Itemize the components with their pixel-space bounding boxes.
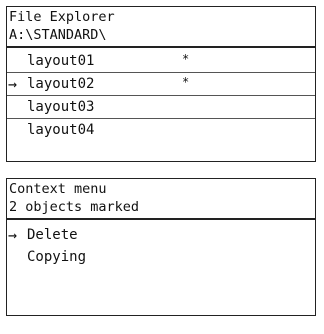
menu-item-copying[interactable]: Copying [7,246,315,268]
file-item-layout02[interactable]: → layout02 * [7,73,315,96]
selection-arrow-icon: → [8,75,18,93]
context-menu-panel: Context menu 2 objects marked → Delete C… [6,178,316,316]
context-menu-header: Context menu 2 objects marked [7,179,315,220]
marked-star-icon: * [182,52,190,66]
file-name: layout02 [27,76,95,92]
file-item-layout04[interactable]: layout04 [7,119,315,141]
file-explorer-panel: File Explorer A:\STANDARD\ layout01 * → … [6,6,316,162]
menu-item-label: Copying [27,249,87,265]
file-list: layout01 * → layout02 * layout03 layout0… [7,48,315,141]
file-name: layout01 [27,53,95,69]
file-explorer-header: File Explorer A:\STANDARD\ [7,7,315,48]
marked-star-icon: * [182,75,190,89]
current-path: A:\STANDARD\ [9,27,107,43]
file-item-layout03[interactable]: layout03 [7,96,315,119]
selection-arrow-icon: → [8,226,18,244]
context-menu-title: Context menu [9,181,107,197]
menu-item-delete[interactable]: → Delete [7,224,315,246]
context-menu-list: → Delete Copying [7,220,315,268]
file-name: layout03 [27,99,95,115]
file-item-layout01[interactable]: layout01 * [7,50,315,73]
file-name: layout04 [27,122,95,138]
marked-count-status: 2 objects marked [9,199,140,215]
menu-item-label: Delete [27,227,78,243]
file-explorer-title: File Explorer [9,9,115,25]
